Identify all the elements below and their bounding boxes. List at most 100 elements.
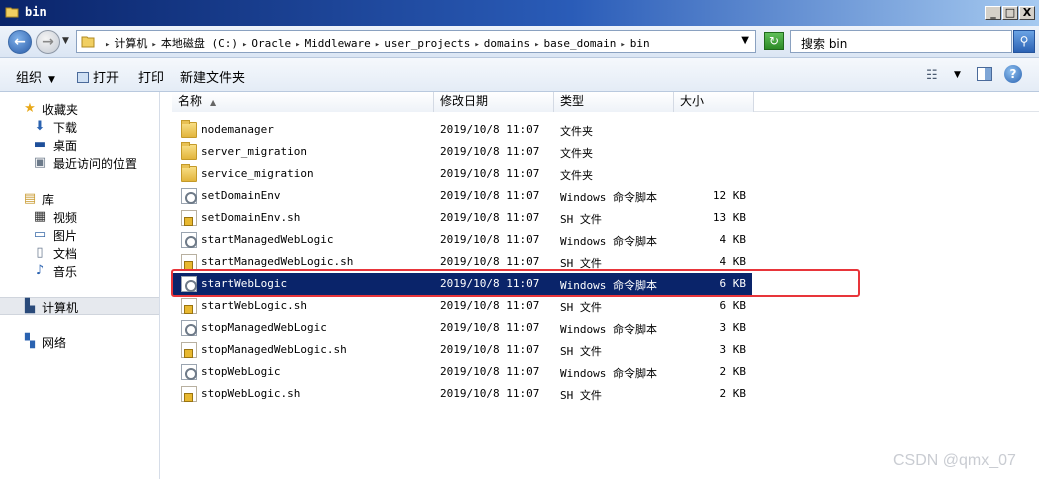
breadcrumb-item[interactable]: 本地磁盘 (C:): [161, 37, 238, 50]
annotation-highlight: [171, 269, 860, 297]
column-header-modified[interactable]: 修改日期: [434, 92, 554, 112]
folder-icon: [181, 120, 197, 138]
sidebar-item-pictures[interactable]: ▭ 图片: [0, 226, 159, 244]
file-type: 文件夹: [560, 147, 593, 160]
file-type: Windows 命令脚本: [560, 191, 657, 204]
file-name: startWebLogic.sh: [201, 299, 307, 312]
preview-pane-icon[interactable]: [977, 67, 992, 81]
address-dropdown-icon[interactable]: ▼: [741, 35, 749, 46]
maximize-button[interactable]: □: [1002, 6, 1018, 20]
file-type: SH 文件: [560, 389, 602, 402]
desktop-icon: ▬: [33, 137, 47, 152]
file-modified: 2019/10/8 11:07: [440, 387, 540, 400]
file-row[interactable]: stopWebLogic.sh 2019/10/8 11:07 SH 文件 2 KB: [172, 383, 752, 405]
file-row[interactable]: server_migration 2019/10/8 11:07 文件夹: [172, 141, 752, 163]
window-title: bin: [25, 5, 47, 19]
print-button[interactable]: 打印: [138, 67, 164, 86]
breadcrumb-separator-icon[interactable]: ▸: [242, 40, 247, 50]
file-row[interactable]: startWebLogic.sh 2019/10/8 11:07 SH 文件 6 KB: [172, 295, 752, 317]
sidebar-item-recent[interactable]: ▣ 最近访问的位置: [0, 154, 159, 172]
breadcrumb-item[interactable]: Oracle: [251, 37, 291, 50]
column-header-name[interactable]: 名称 ▲: [172, 92, 434, 112]
file-modified: 2019/10/8 11:07: [440, 321, 540, 334]
sidebar-item-downloads[interactable]: ⬇ 下载: [0, 118, 159, 136]
file-row[interactable]: stopManagedWebLogic.sh 2019/10/8 11:07 SH …: [172, 339, 752, 361]
sidebar-item-label: 下载: [53, 121, 78, 135]
column-header-type[interactable]: 类型: [554, 92, 674, 112]
file-modified: 2019/10/8 11:07: [440, 365, 540, 378]
file-modified: 2019/10/8 11:07: [440, 167, 540, 180]
sidebar-item-libraries[interactable]: ▤ 库: [0, 190, 159, 208]
file-row[interactable]: startManagedWebLogic 2019/10/8 11:07 Windo…: [172, 229, 752, 251]
title-bar: bin _ □ X: [0, 0, 1039, 26]
sidebar-item-favorites[interactable]: ★ 收藏夹: [0, 100, 159, 118]
file-row[interactable]: stopWebLogic 2019/10/8 11:07 Windows 命令脚本 2…: [172, 361, 752, 383]
batch-file-icon: [181, 364, 197, 380]
help-icon[interactable]: ?: [1004, 65, 1022, 83]
batch-file-icon: [181, 188, 197, 204]
breadcrumb-item[interactable]: 计算机: [114, 37, 147, 50]
new-folder-button[interactable]: 新建文件夹: [180, 67, 245, 86]
breadcrumb-item[interactable]: Middleware: [305, 37, 371, 50]
sidebar-item-desktop[interactable]: ▬ 桌面: [0, 136, 159, 154]
address-field[interactable]: ▸ 计算机 ▸ 本地磁盘 (C:) ▸ Oracle ▸ Middleware ▸ user_pr…: [76, 30, 756, 53]
breadcrumb-separator-icon[interactable]: ▸: [474, 40, 479, 50]
organize-menu[interactable]: 组织 ▼: [16, 67, 55, 86]
file-row[interactable]: setDomainEnv 2019/10/8 11:07 Windows 命令脚本 1…: [172, 185, 752, 207]
file-name: setDomainEnv.sh: [201, 211, 301, 224]
document-icon: ▯: [36, 245, 44, 260]
file-row[interactable]: setDomainEnv.sh 2019/10/8 11:07 SH 文件 13 KB: [172, 207, 752, 229]
file-size: 3 KB: [719, 343, 747, 356]
sidebar-item-music[interactable]: ♪ 音乐: [0, 262, 159, 280]
chevron-down-icon[interactable]: ▼: [954, 70, 961, 80]
column-header-size[interactable]: 大小: [674, 92, 754, 112]
breadcrumb-item[interactable]: domains: [484, 37, 530, 50]
search-icon[interactable]: ⚲: [1013, 30, 1035, 53]
sidebar-item-videos[interactable]: ▦ 视频: [0, 208, 159, 226]
sidebar-item-label: 桌面: [53, 139, 78, 153]
breadcrumb-separator-icon[interactable]: ▸: [375, 40, 380, 50]
search-placeholder: 搜索 bin: [801, 37, 848, 51]
download-folder-icon: ⬇: [34, 119, 46, 134]
file-row[interactable]: nodemanager 2019/10/8 11:07 文件夹: [172, 119, 752, 141]
breadcrumb-separator-icon[interactable]: ▸: [534, 40, 539, 50]
search-input[interactable]: 搜索 bin: [790, 30, 1012, 53]
sh-file-icon: [181, 210, 197, 226]
close-button[interactable]: X: [1019, 6, 1035, 20]
breadcrumb-item[interactable]: user_projects: [384, 37, 470, 50]
sidebar-item-network[interactable]: ▚ 网络: [0, 333, 159, 351]
sidebar-item-label: 计算机: [42, 301, 79, 315]
sh-file-icon: [181, 298, 197, 314]
file-name: stopWebLogic: [201, 365, 281, 378]
file-modified: 2019/10/8 11:07: [440, 189, 540, 202]
refresh-button[interactable]: ↻: [764, 32, 784, 50]
file-row[interactable]: stopManagedWebLogic 2019/10/8 11:07 Window…: [172, 317, 752, 339]
sidebar-item-label: 网络: [42, 336, 67, 350]
breadcrumb-separator-icon[interactable]: ▸: [295, 40, 300, 50]
file-size: 2 KB: [719, 365, 747, 378]
file-size: 3 KB: [719, 321, 747, 334]
sidebar-item-documents[interactable]: ▯ 文档: [0, 244, 159, 262]
sh-file-icon: [181, 386, 197, 402]
video-icon: ▦: [33, 209, 47, 224]
file-name: startManagedWebLogic: [201, 233, 334, 246]
file-modified: 2019/10/8 11:07: [440, 299, 540, 312]
forward-button[interactable]: →: [36, 30, 60, 54]
sidebar-item-computer[interactable]: ▙ 计算机: [0, 297, 159, 315]
breadcrumb-separator-icon[interactable]: ▸: [105, 40, 110, 50]
minimize-button[interactable]: _: [985, 6, 1001, 20]
view-options-icon[interactable]: ☷: [926, 68, 938, 83]
library-icon: ▤: [23, 191, 37, 206]
breadcrumb-item[interactable]: bin: [630, 37, 650, 50]
file-name: stopManagedWebLogic: [201, 321, 327, 334]
back-button[interactable]: ←: [8, 30, 32, 54]
sidebar-item-label: 图片: [53, 229, 78, 243]
file-size: 2 KB: [719, 387, 747, 400]
open-button[interactable]: 打开: [77, 67, 119, 86]
sort-ascending-icon: ▲: [210, 98, 217, 107]
file-row[interactable]: service_migration 2019/10/8 11:07 文件夹: [172, 163, 752, 185]
breadcrumb-separator-icon[interactable]: ▸: [151, 40, 156, 50]
breadcrumb-separator-icon[interactable]: ▸: [620, 40, 625, 50]
recent-pages-dropdown-icon[interactable]: ▼: [62, 36, 69, 46]
breadcrumb-item[interactable]: base_domain: [544, 37, 617, 50]
